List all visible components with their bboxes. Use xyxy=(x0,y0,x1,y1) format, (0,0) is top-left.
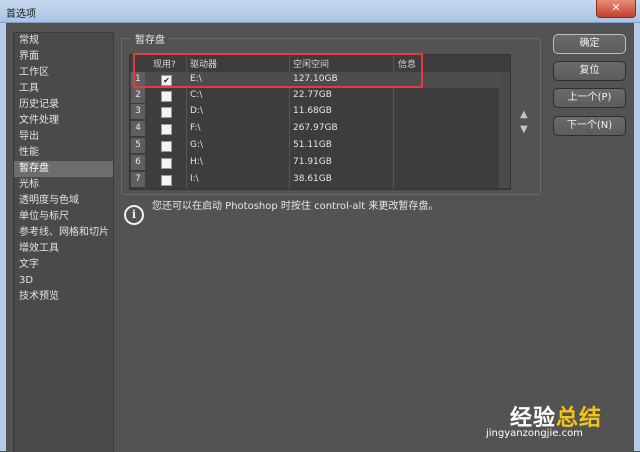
table-header: 现用? 驱动器 空闲空间 信息 xyxy=(130,55,510,71)
free-space-cell: 38.61GB xyxy=(293,174,332,184)
watermark-url: jingyanzongjie.com xyxy=(486,428,583,439)
window-frame-right xyxy=(634,23,640,451)
free-space-cell: 71.91GB xyxy=(293,157,332,167)
reset-button[interactable]: 复位 xyxy=(553,61,626,81)
active-checkbox[interactable] xyxy=(161,107,172,118)
free-space-cell: 127.10GB xyxy=(293,74,338,84)
group-title: 暂存盘 xyxy=(131,31,169,46)
active-checkbox[interactable] xyxy=(161,91,172,102)
sidebar-item-cursors[interactable]: 光标 xyxy=(14,177,113,193)
row-number: 1 xyxy=(131,72,145,87)
free-space-cell: 267.97GB xyxy=(293,123,338,133)
header-info[interactable]: 信息 xyxy=(398,57,416,70)
drive-cell: E:\ xyxy=(190,74,202,84)
row-number: 4 xyxy=(131,121,145,136)
sidebar-item-units-rulers[interactable]: 单位与标尺 xyxy=(14,209,113,225)
sidebar-item-history[interactable]: 历史记录 xyxy=(14,97,113,113)
active-checkbox[interactable] xyxy=(161,124,172,135)
move-up-icon[interactable]: ▲ xyxy=(520,109,528,120)
drive-cell: H:\ xyxy=(190,157,203,167)
sidebar-item-scratch-disks[interactable]: 暂存盘 xyxy=(14,161,113,177)
window-frame-left xyxy=(0,23,6,451)
drive-cell: G:\ xyxy=(190,140,204,150)
drive-cell: I:\ xyxy=(190,174,199,184)
free-space-cell: 11.68GB xyxy=(293,106,332,116)
sidebar-item-export[interactable]: 导出 xyxy=(14,129,113,145)
ok-button[interactable]: 确定 xyxy=(553,34,626,54)
table-row[interactable]: 4 F:\ 267.97GB xyxy=(130,121,510,137)
next-button[interactable]: 下一个(N) xyxy=(553,116,626,136)
free-space-cell: 22.77GB xyxy=(293,90,332,100)
window-title-bar: 首选项 ✕ xyxy=(0,0,640,23)
table-row[interactable]: 1 ✔ E:\ 127.10GB xyxy=(130,72,510,88)
sidebar-item-plugins[interactable]: 增效工具 xyxy=(14,241,113,257)
sidebar-item-general[interactable]: 常规 xyxy=(14,33,113,49)
table-row[interactable]: 5 G:\ 51.11GB xyxy=(130,138,510,154)
row-number: 2 xyxy=(131,88,145,103)
drive-cell: C:\ xyxy=(190,90,203,100)
sidebar-item-guides-grid-slices[interactable]: 参考线、网格和切片 xyxy=(14,225,113,241)
scratch-disk-note: 您还可以在启动 Photoshop 时按住 control-alt 来更改暂存盘… xyxy=(152,201,439,212)
previous-button[interactable]: 上一个(P) xyxy=(553,88,626,108)
drive-cell: D:\ xyxy=(190,106,203,116)
active-checkbox[interactable] xyxy=(161,141,172,152)
table-row[interactable]: 6 H:\ 71.91GB xyxy=(130,155,510,171)
sidebar-item-type[interactable]: 文字 xyxy=(14,257,113,273)
sidebar-item-workspace[interactable]: 工作区 xyxy=(14,65,113,81)
table-scrollbar[interactable] xyxy=(499,72,510,188)
header-active[interactable]: 现用? xyxy=(153,57,176,70)
row-number: 3 xyxy=(131,104,145,119)
active-checkbox[interactable] xyxy=(161,158,172,169)
table-row[interactable]: 3 D:\ 11.68GB xyxy=(130,104,510,120)
sidebar-item-tools[interactable]: 工具 xyxy=(14,81,113,97)
table-row[interactable]: 7 I:\ 38.61GB xyxy=(130,172,510,188)
sidebar-item-transparency-gamut[interactable]: 透明度与色域 xyxy=(14,193,113,209)
active-checkbox[interactable]: ✔ xyxy=(161,75,172,86)
scratch-disk-table: 现用? 驱动器 空闲空间 信息 1 ✔ E:\ 127.10GB 2 C:\ 2… xyxy=(129,54,511,190)
close-button[interactable]: ✕ xyxy=(596,0,636,18)
move-down-icon[interactable]: ▼ xyxy=(520,124,528,135)
table-row[interactable]: 2 C:\ 22.77GB xyxy=(130,88,510,104)
row-number: 7 xyxy=(131,172,145,187)
sidebar-item-performance[interactable]: 性能 xyxy=(14,145,113,161)
sidebar-item-tech-previews[interactable]: 技术预览 xyxy=(14,289,113,305)
drive-cell: F:\ xyxy=(190,123,201,133)
sidebar-item-3d[interactable]: 3D xyxy=(14,273,113,289)
row-number: 5 xyxy=(131,138,145,153)
checkmark-icon: ✔ xyxy=(163,76,170,85)
row-number: 6 xyxy=(131,155,145,170)
header-drive[interactable]: 驱动器 xyxy=(190,57,217,70)
info-icon: i xyxy=(124,205,144,225)
close-icon: ✕ xyxy=(611,1,621,14)
header-free-space[interactable]: 空闲空间 xyxy=(293,57,329,70)
active-checkbox[interactable] xyxy=(161,175,172,186)
sidebar-item-file-handling[interactable]: 文件处理 xyxy=(14,113,113,129)
preferences-sidebar: 常规 界面 工作区 工具 历史记录 文件处理 导出 性能 暂存盘 光标 透明度与… xyxy=(13,32,114,452)
free-space-cell: 51.11GB xyxy=(293,140,332,150)
window-title: 首选项 xyxy=(6,9,36,20)
sidebar-item-interface[interactable]: 界面 xyxy=(14,49,113,65)
